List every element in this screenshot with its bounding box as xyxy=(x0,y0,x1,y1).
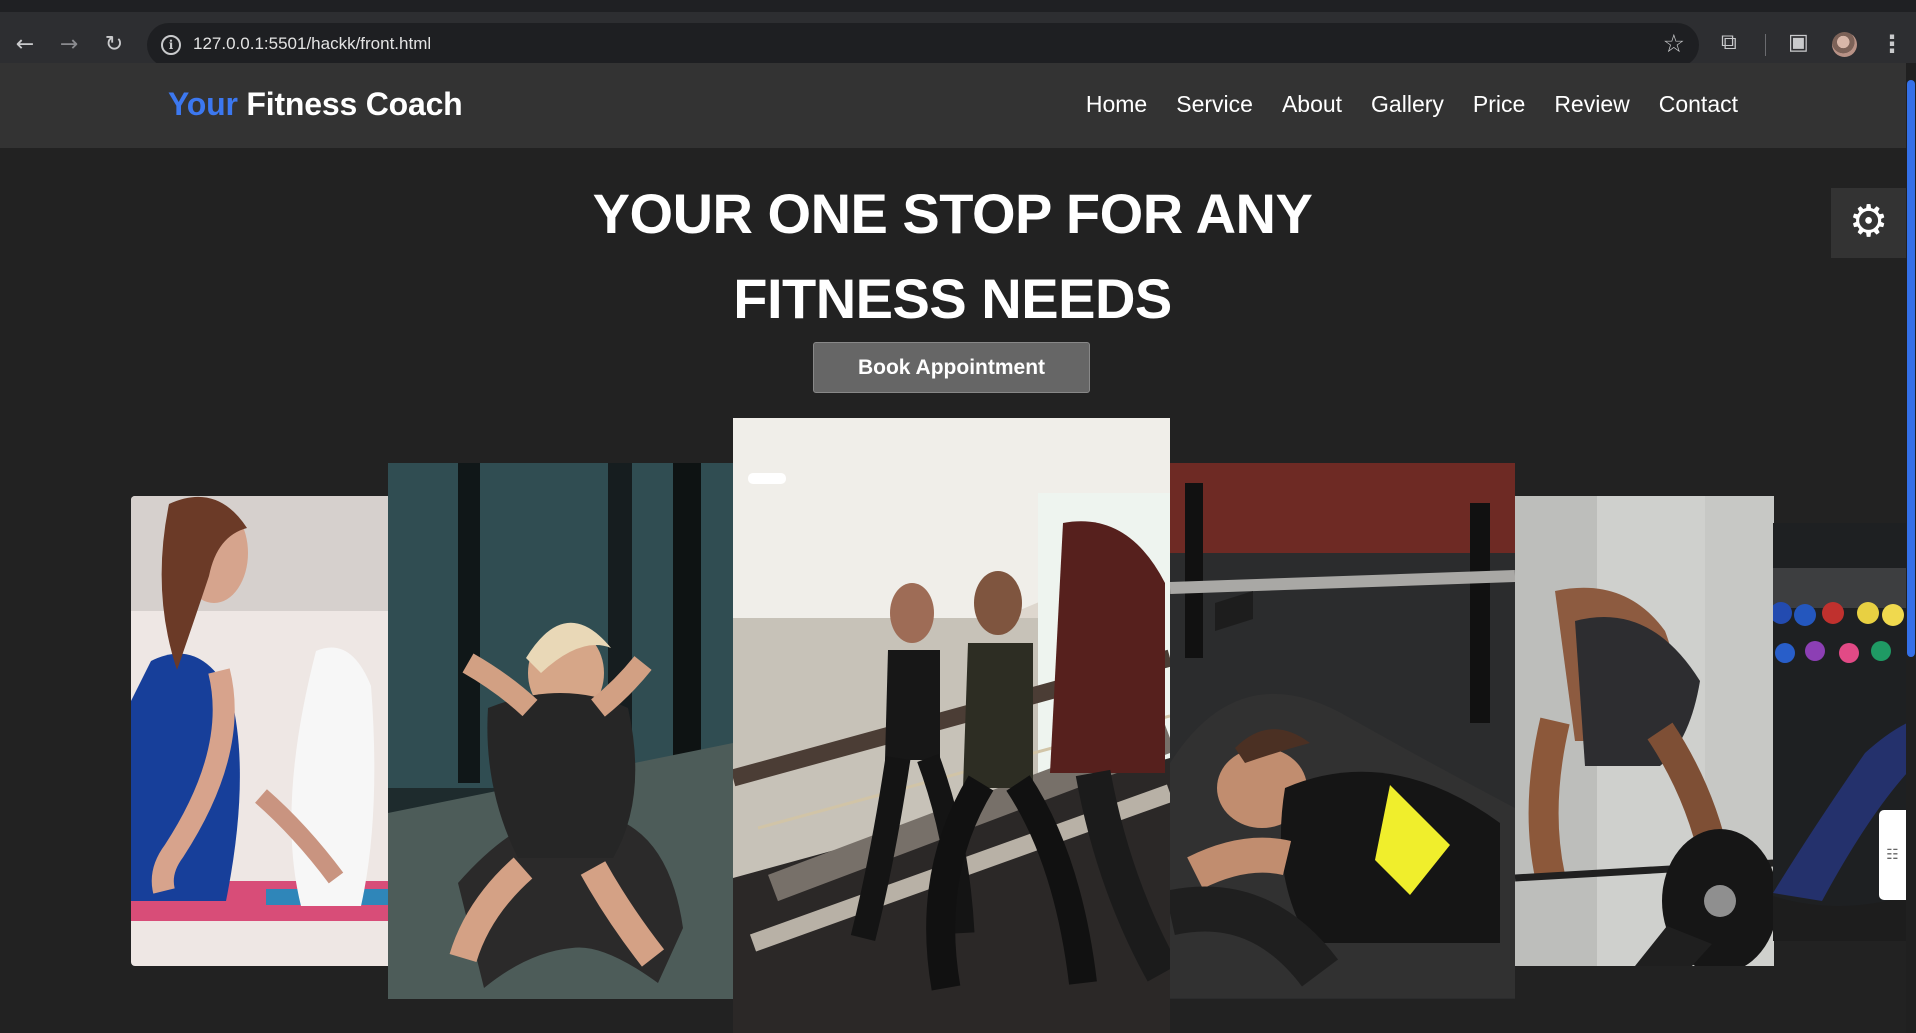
treadmill-image[interactable] xyxy=(733,418,1170,1033)
situp-photo xyxy=(388,463,733,999)
sidebar-icon[interactable]: ▣ xyxy=(1788,30,1809,55)
menu-kebab-icon[interactable]: ⋮ xyxy=(1880,30,1904,58)
toolbar-divider xyxy=(1765,34,1766,56)
nav-review[interactable]: Review xyxy=(1554,91,1629,118)
extensions-icon[interactable]: ⧉ xyxy=(1721,30,1737,55)
back-arrow-icon[interactable]: ← xyxy=(12,32,38,58)
nav-price[interactable]: Price xyxy=(1473,91,1525,118)
nav-contact[interactable]: Contact xyxy=(1659,91,1738,118)
nav-about[interactable]: About xyxy=(1282,91,1342,118)
address-bar[interactable]: i 127.0.0.1:5501/hackk/front.html ☆ xyxy=(147,23,1699,67)
nav-service[interactable]: Service xyxy=(1176,91,1253,118)
book-appointment-button[interactable]: Book Appointment xyxy=(813,342,1090,393)
logo-text: Fitness Coach xyxy=(237,86,463,122)
logo-accent: Your xyxy=(168,86,238,122)
scrollbar-thumb[interactable] xyxy=(1907,80,1915,657)
situp-image[interactable] xyxy=(388,463,733,999)
main-navigation: Home Service About Gallery Price Review … xyxy=(1086,91,1738,118)
hero-title: YOUR ONE STOP FOR ANY FITNESS NEEDS xyxy=(592,182,1313,330)
info-icon[interactable]: i xyxy=(161,35,181,55)
star-icon[interactable]: ☆ xyxy=(1663,29,1685,58)
reload-icon[interactable]: ↻ xyxy=(101,32,127,58)
nav-gallery[interactable]: Gallery xyxy=(1371,91,1444,118)
yoga-photo xyxy=(131,496,390,966)
page: Your Fitness Coach Home Service About Ga… xyxy=(0,63,1916,1033)
deadlift-image[interactable] xyxy=(1515,496,1774,966)
settings-button[interactable]: ⚙ xyxy=(1831,188,1906,258)
bench-press-photo xyxy=(1170,463,1515,999)
gear-icon: ⚙ xyxy=(1848,196,1889,247)
forward-arrow-icon[interactable]: → xyxy=(56,32,82,58)
treadmill-photo xyxy=(733,418,1170,1033)
side-panel-tab[interactable]: ☷ xyxy=(1879,810,1906,900)
site-logo[interactable]: Your Fitness Coach xyxy=(168,86,463,123)
profile-avatar[interactable] xyxy=(1832,32,1857,57)
bench-press-image[interactable] xyxy=(1170,463,1515,999)
nav-home[interactable]: Home xyxy=(1086,91,1147,118)
site-header: Your Fitness Coach Home Service About Ga… xyxy=(0,63,1906,148)
browser-toolbar: ← → ↻ i 127.0.0.1:5501/hackk/front.html … xyxy=(0,0,1916,67)
yoga-image[interactable] xyxy=(131,496,390,966)
deadlift-photo xyxy=(1515,496,1774,966)
url-text[interactable]: 127.0.0.1:5501/hackk/front.html xyxy=(193,34,431,54)
